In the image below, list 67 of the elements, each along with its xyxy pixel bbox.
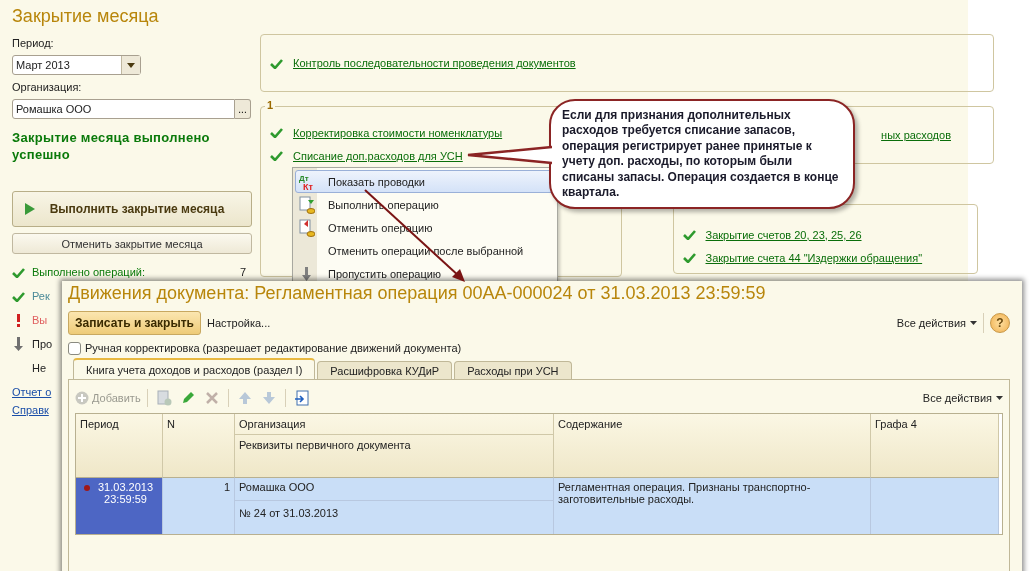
cell-text: 31.03.2013: [98, 481, 154, 493]
field-label: Организация:: [12, 81, 83, 93]
callout-text: Если для признания дополнительных расходов требуется списание запасов, операция регистрирует ранее принятые к учету доп. расходы, по которым были списаны запасы. Операция создается в конце квартала.: [562, 107, 840, 201]
down-arrow-icon: [260, 390, 277, 406]
all-actions-menu[interactable]: Все действия: [922, 392, 1003, 404]
help-button[interactable]: ?: [990, 313, 1010, 333]
operation-link[interactable]: Закрытие счетов 20, 23, 25, 26: [705, 228, 862, 241]
status-count: 7: [239, 266, 247, 278]
document-coins-icon: [299, 218, 315, 237]
status-message: Закрытие месяца выполнено успешно: [12, 129, 211, 164]
form-title: Закрытие месяца: [12, 6, 160, 27]
field-label: Период:: [12, 37, 55, 49]
copy-icon: [155, 390, 172, 406]
table-cell-text: № 24 от 31.03.2013: [238, 506, 340, 521]
operation-link[interactable]: Закрытие счета 44 "Издержки обращения": [705, 251, 923, 264]
status-text: Не: [32, 362, 47, 374]
check-icon: [12, 290, 25, 302]
select-button[interactable]: ...: [235, 99, 251, 119]
checkbox[interactable]: [68, 341, 81, 355]
up-arrow-icon: [236, 390, 253, 406]
table-cell: Регламентная операция. Признаны транспортно-заготовительные расходы.: [554, 477, 871, 534]
report-link[interactable]: Справк: [12, 404, 49, 416]
column-header: Содержание: [557, 417, 624, 432]
operation-link[interactable]: Корректировка стоимости номенклатуры: [293, 126, 503, 139]
delete-icon: [203, 390, 220, 406]
save-close-button[interactable]: Записать и закрыть: [68, 311, 201, 335]
column-header: Графа 4: [874, 417, 918, 432]
checkbox-label: Ручная корректировка (разрешает редактирование движений документа): [85, 342, 462, 354]
settings-link[interactable]: Настройка...: [206, 317, 271, 329]
table-cell: Ромашка ООО: [235, 478, 553, 501]
operation-link[interactable]: ных расходов: [881, 129, 951, 141]
operation-link[interactable]: Контроль последовательности проведения документов: [293, 57, 576, 69]
tab[interactable]: Расшифровка КУДиР: [317, 361, 453, 379]
status-text: Рек: [32, 290, 50, 302]
all-actions-menu[interactable]: Все действия: [896, 317, 977, 329]
caret-icon: [127, 62, 135, 68]
cancel-button[interactable]: Отменить закрытие месяца: [12, 233, 252, 254]
table-cell: 1: [163, 477, 235, 534]
caret-icon: [970, 321, 977, 325]
down-arrow-icon: [12, 337, 25, 351]
document-coins-icon: [299, 195, 315, 214]
cell-text: 23:59:59: [104, 493, 147, 505]
period-dropdown[interactable]: Март 2013: [12, 55, 141, 75]
status-text: Про: [32, 338, 53, 350]
column-header: N: [166, 417, 176, 432]
window-title: Движения документа: Регламентная операция 00АА-000024 от 31.03.2013 23:59:59: [68, 282, 767, 305]
column-header: Организация: [235, 414, 553, 435]
column-header: Период: [79, 417, 120, 432]
plus-icon: [75, 391, 89, 405]
status-text: Вы: [32, 314, 48, 326]
report-link[interactable]: Отчет о: [12, 386, 52, 398]
operation-link[interactable]: Списание доп.расходов для УСН: [293, 149, 463, 162]
down-arrow-icon: [302, 266, 312, 281]
status-text: Выполнено операций:: [32, 266, 146, 278]
check-icon: [12, 266, 25, 278]
organization-field[interactable]: Ромашка ООО: [12, 99, 235, 119]
menu-item[interactable]: Отменить операции после выбранной: [295, 239, 555, 262]
menu-item[interactable]: Пропустить операцию: [295, 262, 555, 285]
group-number: 1: [265, 99, 276, 111]
column-header: Реквизиты первичного документа: [238, 438, 412, 453]
run-button[interactable]: Выполнить закрытие месяца: [12, 191, 252, 227]
tab[interactable]: Книга учета доходов и расходов (раздел I): [73, 358, 316, 379]
caret-icon: [996, 396, 1003, 400]
debit-credit-icon: Дт Кт: [298, 172, 316, 191]
play-icon: [25, 203, 35, 215]
tab[interactable]: Расходы при УСН: [454, 361, 572, 379]
current-row-marker: [84, 485, 90, 491]
